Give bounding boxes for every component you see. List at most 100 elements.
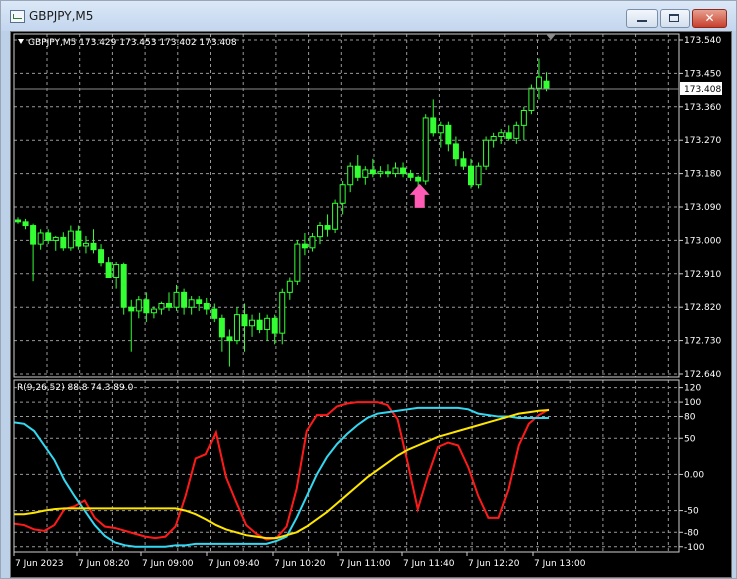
candle [135, 296, 142, 319]
candle [226, 329, 233, 367]
window-title: GBPJPY,M5 [29, 9, 94, 23]
candle [264, 314, 271, 341]
minimize-icon [637, 20, 647, 22]
candle [90, 229, 97, 254]
candle [347, 162, 354, 193]
chart-shift-marker[interactable] [546, 34, 556, 40]
candle [218, 314, 225, 352]
candle [422, 114, 429, 185]
indicator-axis: 120 100 80 50 0.00 -50 -80 -100 [679, 384, 705, 553]
indicator-legend: R(9,26,52) 88.8 74.3 89.0 [17, 383, 134, 393]
candle [384, 164, 391, 178]
price-tick-label: 173.540 [684, 36, 721, 46]
candle [150, 306, 157, 319]
candle [468, 158, 474, 189]
candle [400, 162, 407, 178]
candle [37, 229, 44, 250]
time-axis: 7 Jun 2023 7 Jun 08:20 7 Jun 09:00 7 Jun 09… [13, 552, 586, 569]
maximize-icon [669, 14, 679, 22]
price-tick-label: 172.730 [684, 337, 721, 347]
candle [475, 162, 482, 189]
candle [543, 72, 550, 92]
candle [233, 307, 240, 345]
candle [445, 121, 452, 152]
candle [392, 162, 399, 178]
close-icon: ✕ [704, 11, 715, 25]
price-tick-label: 172.910 [684, 270, 721, 280]
chart-canvas[interactable]: GBPJPY,M5 173.429 173.453 173.402 173.40… [11, 32, 731, 577]
candle [452, 136, 459, 167]
candle [460, 151, 467, 170]
candle [520, 106, 527, 141]
candle [67, 225, 74, 251]
indicator-tick-label: 100 [684, 398, 701, 408]
candle [279, 288, 286, 345]
price-tick-label: 173.450 [684, 69, 721, 79]
price-tick-label: 173.270 [684, 136, 721, 146]
triangle-down-icon[interactable] [18, 39, 24, 44]
candle [211, 303, 218, 323]
chart-area[interactable]: GBPJPY,M5 173.429 173.453 173.402 173.40… [10, 31, 732, 578]
candle [52, 235, 59, 251]
indicator-tick-label: 80 [684, 413, 696, 423]
candle [181, 288, 188, 315]
indicator-tick-label: -50 [684, 507, 699, 517]
candle [120, 262, 127, 315]
candle [22, 218, 29, 230]
candle [498, 129, 505, 144]
price-tick-label: 172.640 [684, 370, 721, 380]
candle [332, 199, 339, 233]
time-tick-label: 7 Jun 12:20 [468, 559, 520, 569]
candle [203, 297, 210, 315]
grid-lines [14, 34, 679, 552]
candle [354, 155, 361, 182]
candle [407, 169, 414, 182]
chart-window: GBPJPY,M5 ✕ GBPJPY,M5 173.429 173.453 17… [0, 0, 737, 579]
candle [98, 244, 105, 267]
up-arrow-signal-icon [409, 183, 430, 208]
candle [196, 296, 203, 311]
time-tick-label: 7 Jun 10:20 [274, 559, 326, 569]
candle [249, 314, 256, 337]
candle [505, 125, 512, 141]
candle [158, 301, 165, 315]
indicator-tick-label: 0.00 [684, 470, 704, 480]
main-legend: GBPJPY,M5 173.429 173.453 173.402 173.40… [28, 38, 237, 48]
indicator-tick-label: -100 [684, 543, 705, 553]
minimize-button[interactable] [626, 9, 658, 28]
candle [75, 225, 82, 250]
indicator-tick-label: -80 [684, 528, 699, 538]
chart-window-icon [10, 10, 25, 23]
time-tick-label: 7 Jun 11:00 [339, 559, 391, 569]
candle [430, 99, 437, 137]
time-tick-label: 7 Jun 13:00 [534, 559, 586, 569]
price-tick-label: 173.090 [684, 203, 721, 213]
time-tick-label: 7 Jun 09:00 [142, 559, 194, 569]
close-button[interactable]: ✕ [692, 9, 727, 28]
time-tick-label: 7 Jun 2023 [15, 559, 63, 569]
candle [483, 136, 490, 170]
candle [286, 277, 293, 300]
main-pane-border [13, 33, 680, 378]
candle [188, 296, 195, 315]
current-price-label: 173.408 [684, 85, 721, 95]
maximize-button[interactable] [660, 9, 690, 28]
candle [301, 232, 308, 256]
candle [128, 299, 135, 352]
indicator-tick-label: 50 [684, 434, 696, 444]
candlesticks [15, 58, 550, 367]
window-titlebar[interactable]: GBPJPY,M5 ✕ [1, 1, 736, 31]
candle [309, 232, 316, 252]
candle [82, 235, 89, 254]
indicator-pane-border [13, 379, 680, 553]
indicator-tick-label: 120 [684, 384, 701, 394]
candle [324, 214, 331, 237]
price-tick-label: 173.180 [684, 170, 721, 180]
price-tick-label: 173.000 [684, 236, 721, 246]
candle [166, 292, 172, 311]
candle [256, 312, 263, 334]
candle [113, 261, 120, 289]
time-tick-label: 7 Jun 09:40 [208, 559, 260, 569]
candle [30, 223, 37, 282]
price-tick-label: 172.820 [684, 303, 721, 313]
